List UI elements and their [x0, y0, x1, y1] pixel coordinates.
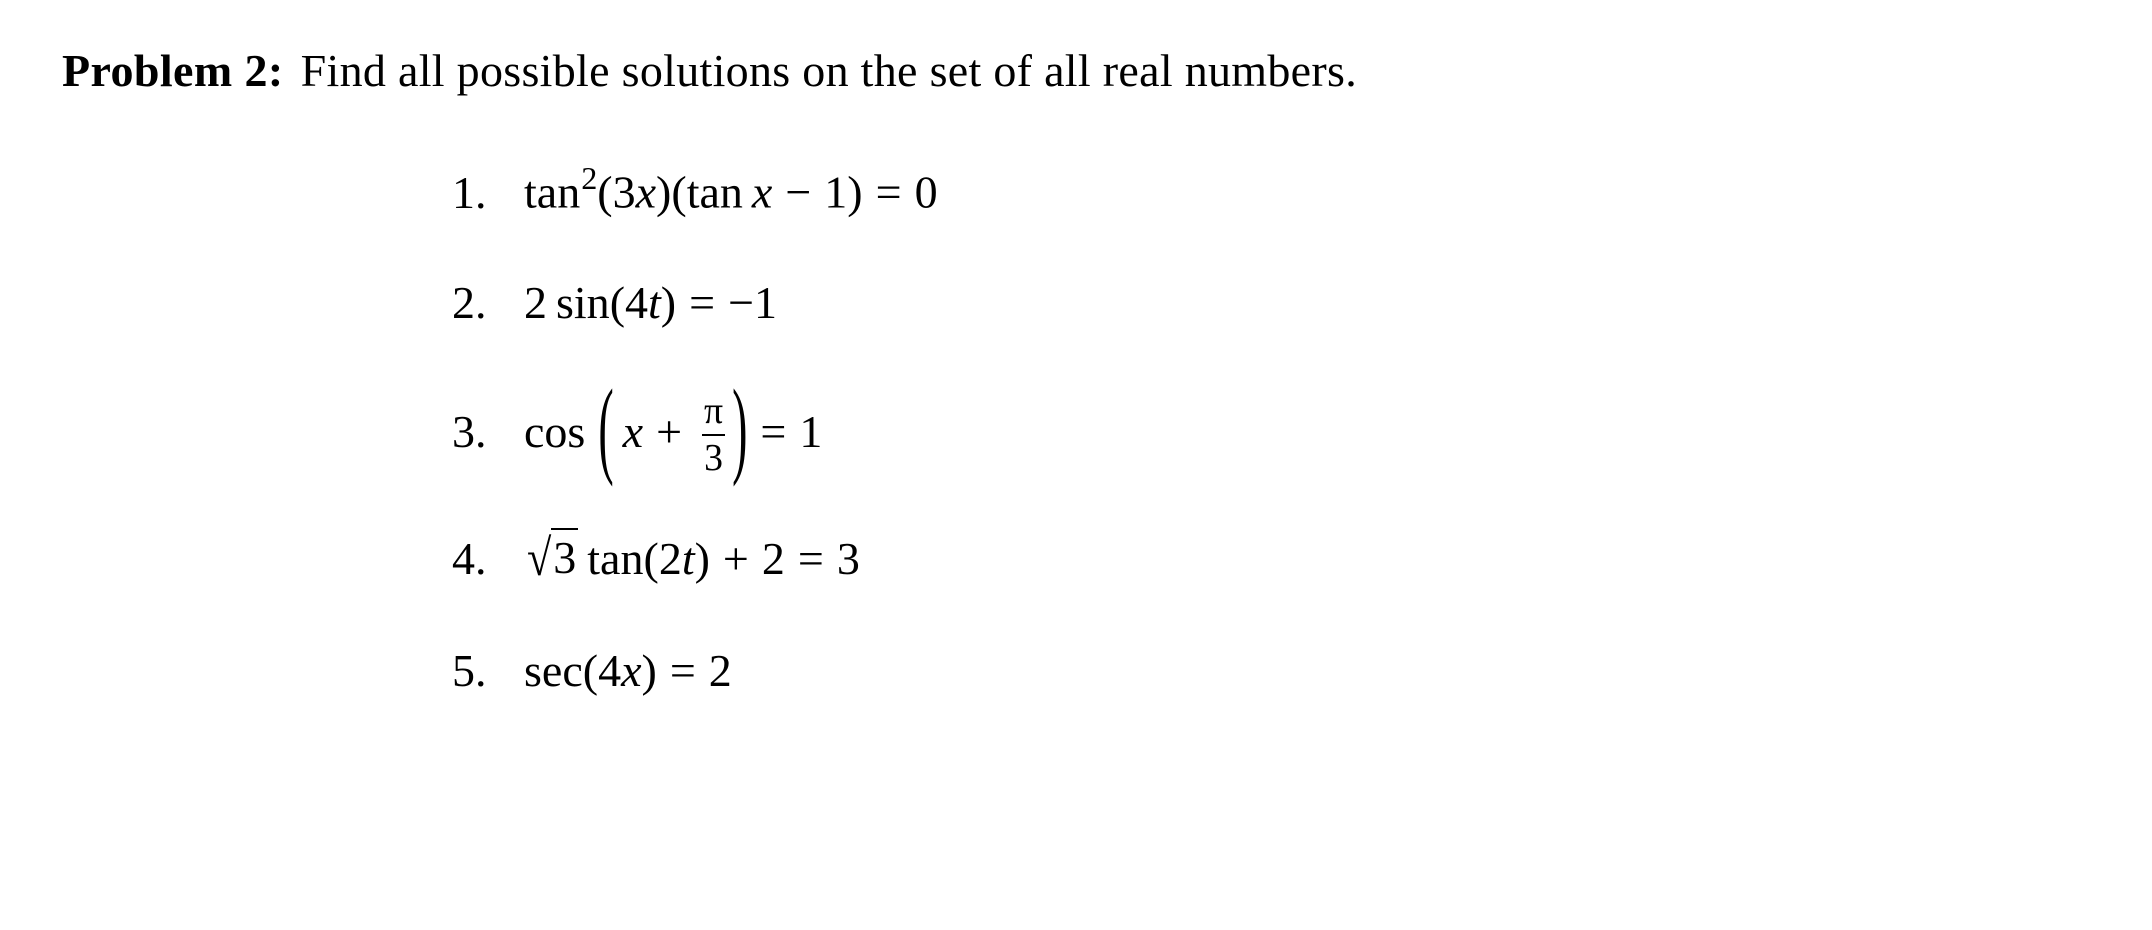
eq4-function-tan: tan [587, 533, 644, 584]
eq4-equals-sign: = [797, 533, 824, 584]
list-item-equation-5: 5. sec(4x) = 2 [452, 644, 2052, 760]
eq1-variable-x-1: x [635, 166, 657, 218]
list-item-equation-2: 2. 2 sin(4t) = −1 [452, 276, 2052, 392]
problem-heading: Problem 2: Find all possible solutions on… [62, 48, 1357, 94]
list-marker-1: 1. [452, 166, 487, 218]
eq3-fraction-denominator: 3 [704, 436, 723, 479]
eq1-constant-1: 1 [824, 166, 848, 218]
list-marker-5: 5. [452, 645, 487, 696]
eq5-open-paren: ( [582, 645, 599, 696]
eq3-plus-operator: + [656, 406, 683, 458]
eq3-right-hand-side: 1 [799, 406, 823, 458]
eq2-negative-sign: − [728, 277, 755, 328]
eq3-fraction-numerator: π [704, 389, 724, 432]
list-marker-3: 3. [452, 406, 487, 458]
list-item-equation-3: 3. cos(x + π 3) = 1 [452, 367, 2052, 528]
problem-statement: Find all possible solutions on the set o… [300, 45, 1358, 96]
eq1-close-paren-2: ) [847, 166, 863, 218]
eq3-fraction-pi-over-3: π3 [702, 389, 726, 479]
list-item-equation-4: 4. √3 tan(2t) +2 = 3 [452, 528, 2052, 644]
eq1-variable-x-2: x [751, 166, 773, 218]
radical-icon: √ [526, 530, 552, 588]
equation-5-body: sec(4x) = 2 [524, 644, 732, 697]
eq3-fraction-bar [702, 433, 726, 436]
eq3-function-cos: cos [524, 406, 586, 458]
equation-list: 1. tan2(3x)(tan x −1) = 0 2. 2 sin(4t) = −1 3. … [452, 160, 2052, 760]
eq5-right-hand-side: 2 [708, 645, 732, 696]
eq5-close-paren: ) [641, 645, 657, 696]
eq1-right-hand-side: 0 [914, 166, 938, 218]
eq3-open-paren-stretched: ( [598, 366, 614, 487]
eq3-equals-sign: = [760, 406, 787, 458]
list-marker-4: 4. [452, 533, 487, 584]
eq4-variable-t: t [681, 533, 695, 584]
eq4-close-paren: ) [694, 533, 710, 584]
equation-2-body: 2 sin(4t) = −1 [524, 276, 777, 329]
eq1-equals-sign: = [875, 166, 902, 218]
equation-4-body: √3 tan(2t) +2 = 3 [524, 528, 860, 587]
eq2-equals-sign: = [689, 277, 716, 328]
eq5-function-sec: sec [524, 645, 583, 696]
eq2-right-hand-side: 1 [754, 277, 778, 328]
eq2-coefficient-2: 2 [524, 277, 547, 328]
eq5-inner-coefficient-4: 4 [598, 645, 622, 696]
eq4-radicand-3: 3 [551, 528, 579, 584]
eq5-variable-x: x [621, 645, 642, 696]
list-marker-2: 2. [452, 277, 487, 328]
equation-3-body: cos(x + π 3) = 1 [524, 367, 823, 487]
eq1-exponent: 2 [581, 160, 598, 196]
equation-1-body: tan2(3x)(tan x −1) = 0 [524, 160, 938, 219]
eq4-inner-coefficient-2: 2 [658, 533, 682, 584]
eq2-open-paren: ( [609, 277, 626, 328]
list-item-equation-1: 1. tan2(3x)(tan x −1) = 0 [452, 160, 2052, 276]
eq1-coefficient-3: 3 [612, 166, 636, 218]
eq4-right-hand-side: 3 [836, 533, 860, 584]
eq3-close-paren-stretched: ) [732, 366, 748, 487]
eq1-close-paren-1: ) [656, 166, 672, 218]
eq1-minus-operator: − [785, 166, 812, 218]
eq4-open-paren: ( [643, 533, 659, 584]
eq4-plus-operator: + [722, 533, 749, 584]
eq4-addend-2: 2 [761, 533, 785, 584]
eq2-variable-t: t [648, 277, 661, 328]
eq2-inner-coefficient-4: 4 [625, 277, 649, 328]
eq2-close-paren: ) [660, 277, 677, 328]
document-page: Problem 2: Find all possible solutions on… [0, 0, 2152, 930]
eq1-open-paren-2: ( [671, 166, 687, 218]
eq1-open-paren-1: ( [597, 166, 613, 218]
eq3-variable-x: x [622, 406, 644, 458]
eq2-function-sin: sin [556, 277, 610, 328]
eq5-equals-sign: = [669, 645, 696, 696]
eq1-function-tan-2: tan [686, 166, 743, 218]
problem-label: Problem 2: [62, 45, 284, 96]
eq4-square-root: √3 [524, 528, 579, 588]
eq1-function-tan-1: tan [524, 166, 581, 218]
